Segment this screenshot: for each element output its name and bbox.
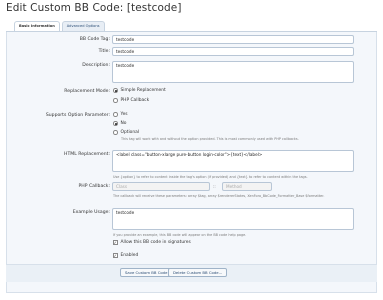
title-label: Title: bbox=[98, 49, 110, 54]
supports-option-label: Supports Option Parameter: bbox=[45, 113, 110, 118]
html-replacement-label: HTML Replacement: bbox=[64, 152, 110, 157]
php-callback-method-input[interactable]: Method bbox=[222, 182, 272, 191]
option-label: Simple Replacement bbox=[120, 88, 166, 93]
bbcode-tag-input[interactable]: testcode bbox=[112, 35, 354, 44]
description-textarea[interactable]: testcode bbox=[112, 61, 354, 83]
tab-basic-information[interactable]: Basic Information bbox=[14, 21, 60, 31]
option-label: PHP Callback bbox=[120, 98, 150, 103]
supports-option-hint: This tag will work with and without the … bbox=[121, 137, 299, 141]
php-callback-hint: The callback will receive these paramete… bbox=[113, 194, 325, 198]
tab-bar: Basic Information Advanced Options bbox=[14, 21, 105, 31]
radio-icon[interactable] bbox=[113, 130, 118, 135]
checkbox-label: Allow this BB code in signatures bbox=[120, 240, 191, 245]
example-usage-textarea[interactable]: testcode bbox=[112, 208, 354, 230]
php-callback-label: PHP Callback: bbox=[78, 184, 111, 189]
page-title: Edit Custom BB Code: [testcode] bbox=[6, 2, 182, 14]
example-usage-hint: If you provide an example, this BB code … bbox=[113, 233, 247, 237]
html-replacement-textarea[interactable]: <label class="button-xlarge pure-button … bbox=[112, 150, 354, 172]
bbcode-tag-label: BB Code Tag: bbox=[79, 37, 110, 42]
double-colon-separator: :: bbox=[213, 184, 216, 189]
checkbox-checked-icon[interactable]: ✓ bbox=[113, 253, 118, 258]
description-label: Description: bbox=[82, 63, 110, 68]
allow-signatures-checkbox[interactable]: ✓ Allow this BB code in signatures bbox=[113, 240, 191, 245]
php-callback-class-input[interactable]: Class bbox=[112, 182, 210, 191]
option-label: Optional bbox=[120, 130, 140, 135]
tab-advanced-options[interactable]: Advanced Options bbox=[61, 21, 105, 31]
radio-icon[interactable] bbox=[113, 98, 118, 103]
supports-option-yes[interactable]: Yes bbox=[113, 112, 128, 117]
html-replacement-hint: Use {option} to refer to content inside … bbox=[113, 175, 308, 179]
example-usage-label: Example Usage: bbox=[72, 210, 110, 215]
replacement-mode-simple-option[interactable]: Simple Replacement bbox=[113, 88, 166, 93]
tab-divider bbox=[6, 31, 377, 32]
checkbox-label: Enabled bbox=[120, 253, 139, 258]
checkbox-checked-icon[interactable]: ✓ bbox=[113, 240, 118, 245]
supports-option-no[interactable]: No bbox=[113, 121, 126, 126]
save-button[interactable]: Save Custom BB Code bbox=[120, 268, 173, 277]
supports-option-optional[interactable]: Optional bbox=[113, 130, 139, 135]
delete-button[interactable]: Delete Custom BB Code... bbox=[168, 268, 228, 277]
option-label: Yes bbox=[120, 112, 128, 117]
radio-icon[interactable] bbox=[113, 112, 118, 117]
enabled-checkbox[interactable]: ✓ Enabled bbox=[113, 253, 138, 258]
replacement-mode-label: Replacement Mode: bbox=[64, 89, 110, 94]
radio-selected-icon[interactable] bbox=[113, 121, 118, 126]
option-label: No bbox=[120, 121, 127, 126]
title-input[interactable]: testcode bbox=[112, 47, 354, 56]
radio-selected-icon[interactable] bbox=[113, 88, 118, 93]
replacement-mode-php-option[interactable]: PHP Callback bbox=[113, 98, 149, 103]
